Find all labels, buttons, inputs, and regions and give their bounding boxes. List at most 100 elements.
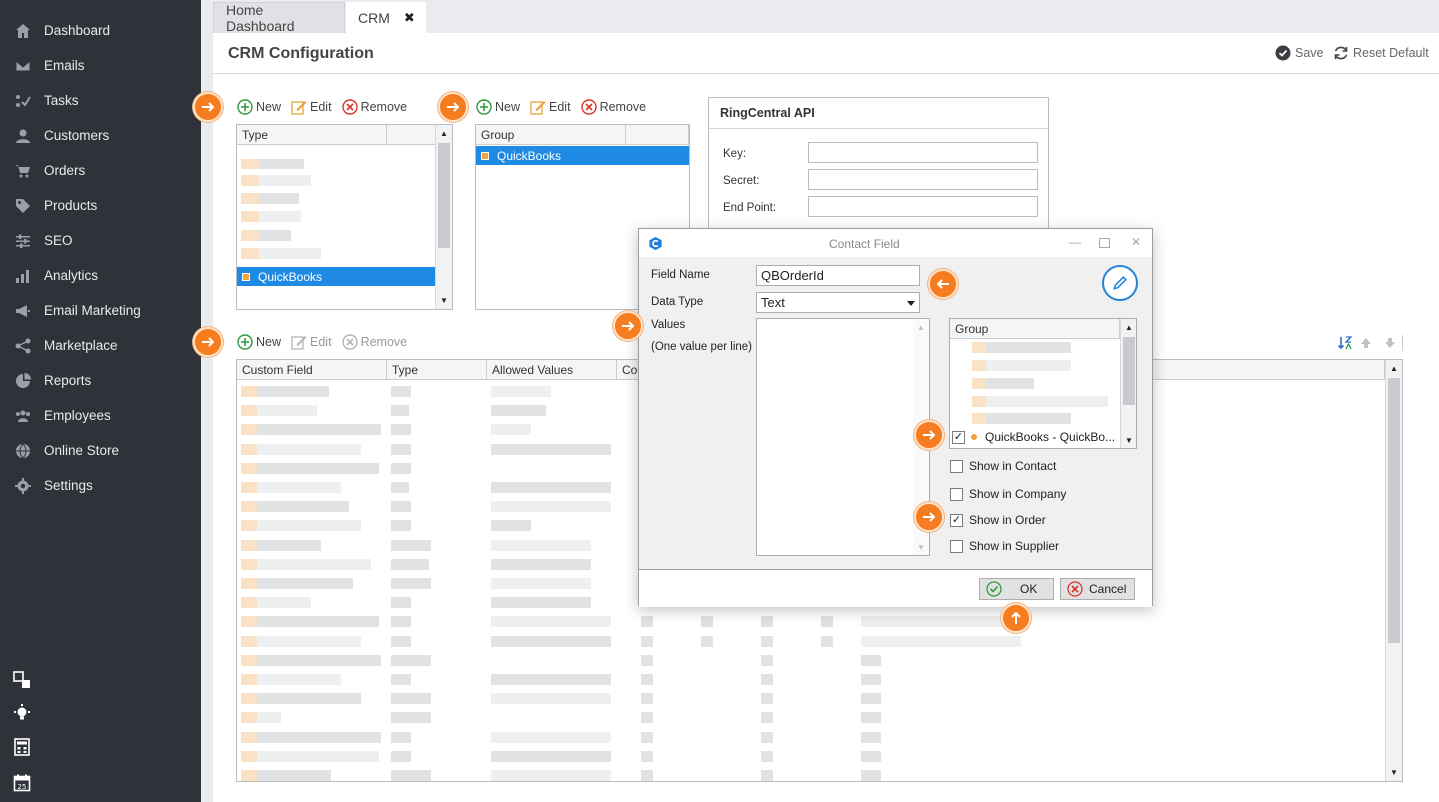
type-row-selected[interactable]: QuickBooks [237,267,435,286]
scroll-thumb[interactable] [1123,337,1135,405]
sidebar-item-dashboard[interactable]: Dashboard [0,13,201,48]
show-in-contact-checkbox[interactable]: Show in Contact [950,459,1056,473]
checkbox[interactable] [950,459,963,473]
group-new-button[interactable]: New [476,99,520,115]
checkbox[interactable] [950,487,963,501]
edit-field-button[interactable] [1102,265,1138,301]
type-edit-button[interactable]: Edit [291,99,332,115]
chevron-down-icon [907,301,915,306]
blurred-cell [391,539,431,551]
blurred-cell [391,501,411,513]
group-remove-button[interactable]: Remove [580,99,646,115]
sidebar-item-tasks[interactable]: Tasks [0,83,201,118]
save-button[interactable]: Save [1275,45,1324,61]
scroll-up-icon[interactable]: ▲ [436,125,452,141]
column-header-type[interactable]: Type [387,360,487,380]
sidebar-item-products[interactable]: Products [0,188,201,223]
sidebar-item-online-store[interactable]: Online Store [0,433,201,468]
field-remove-button[interactable]: Remove [341,334,407,350]
column-header-group[interactable]: Group [476,125,626,145]
type-grid-scrollbar[interactable]: ▲ ▼ [435,125,452,309]
sort-az-icon[interactable] [1337,335,1353,351]
scroll-thumb[interactable] [438,143,450,248]
scroll-down-icon[interactable]: ▼ [436,292,452,308]
show-in-supplier-checkbox[interactable]: Show in Supplier [950,539,1059,553]
scroll-up-icon[interactable]: ▲ [913,319,929,335]
column-header-type[interactable]: Type [237,125,387,145]
blurred-cell [701,616,713,628]
reset-default-button[interactable]: Reset Default [1333,45,1429,61]
tasks-icon [14,92,32,110]
minimize-icon[interactable]: — [1069,235,1081,249]
maximize-icon[interactable] [1099,238,1110,248]
field-name-input[interactable]: QBOrderId [756,265,920,286]
checkbox[interactable]: ✓ [950,513,963,527]
sidebar-item-orders[interactable]: Orders [0,153,201,188]
type-new-button[interactable]: New [237,99,281,115]
tab-home-dashboard[interactable]: Home Dashboard [213,2,345,34]
group-item-quickbooks[interactable]: ✓ QuickBooks - QuickBo... [952,430,1115,444]
sidebar-item-label: Tasks [44,93,79,108]
dialog-title-bar: Contact Field — ✕ [639,229,1152,257]
sidebar-item-label: Products [44,198,98,213]
fields-grid-scrollbar[interactable]: ▲ ▼ [1385,360,1402,781]
sidebar-item-customers[interactable]: Customers [0,118,201,153]
sidebar-item-reports[interactable]: Reports [0,363,201,398]
blurred-cell [972,342,986,353]
show-in-company-checkbox[interactable]: Show in Company [950,487,1066,501]
pencil-icon [1113,276,1127,290]
group-checkbox[interactable]: ✓ [952,430,965,444]
column-header-group[interactable]: Group [950,319,1120,339]
show-in-order-checkbox[interactable]: ✓ Show in Order [950,513,1046,527]
page-title: CRM Configuration [228,45,374,62]
sidebar-item-email-marketing[interactable]: Email Marketing [0,293,201,328]
calculator-icon[interactable] [13,738,31,756]
blurred-cell [241,405,257,417]
sidebar-item-label: Analytics [44,268,99,283]
sidebar-item-settings[interactable]: Settings [0,468,201,503]
scroll-down-icon[interactable]: ▼ [1121,432,1136,448]
scroll-down-icon[interactable]: ▼ [913,539,929,555]
group-edit-button[interactable]: Edit [530,99,571,115]
ok-button[interactable]: OK [979,578,1054,600]
blurred-cell [641,731,653,743]
data-type-select[interactable]: Text [756,292,920,313]
widgets-icon[interactable] [13,671,31,689]
sidebar-item-seo[interactable]: SEO [0,223,201,258]
scroll-up-icon[interactable]: ▲ [1121,319,1136,335]
column-header-custom-field[interactable]: Custom Field [237,360,387,380]
close-icon[interactable]: ✕ [1131,235,1141,249]
lightbulb-icon[interactable] [13,704,31,722]
group-row-selected[interactable]: QuickBooks [476,146,689,165]
move-up-icon[interactable] [1360,337,1372,349]
gear-icon [14,477,32,495]
column-header-allowed-values[interactable]: Allowed Values [487,360,617,380]
cancel-button[interactable]: Cancel [1060,578,1135,600]
move-down-icon[interactable] [1384,337,1396,349]
sidebar-item-employees[interactable]: Employees [0,398,201,433]
field-new-button[interactable]: New [237,334,281,350]
group-list-scrollbar[interactable]: ▲ ▼ [1120,319,1136,448]
sidebar-item-marketplace[interactable]: Marketplace [0,328,201,363]
scroll-up-icon[interactable]: ▲ [1386,360,1402,376]
sidebar-item-analytics[interactable]: Analytics [0,258,201,293]
blurred-cell [241,443,257,455]
blurred-cell [241,731,257,743]
secret-input[interactable] [808,169,1038,190]
field-edit-button[interactable]: Edit [291,334,332,350]
calendar-icon[interactable]: 25 [13,774,31,792]
scroll-thumb[interactable] [1388,378,1400,643]
callout-arrow-left-icon [928,269,958,299]
blurred-cell [241,159,259,169]
scroll-down-icon[interactable]: ▼ [1386,764,1402,780]
close-icon[interactable]: ✖ [404,10,415,26]
endpoint-input[interactable] [808,196,1038,217]
blurred-cell [257,731,381,743]
values-textarea[interactable]: ▲ ▼ [756,318,930,556]
sidebar-item-emails[interactable]: Emails [0,48,201,83]
blurred-cell [391,405,409,417]
checkbox[interactable] [950,539,963,553]
tab-crm[interactable]: CRM ✖ [346,2,426,33]
key-input[interactable] [808,142,1038,163]
type-remove-button[interactable]: Remove [341,99,407,115]
